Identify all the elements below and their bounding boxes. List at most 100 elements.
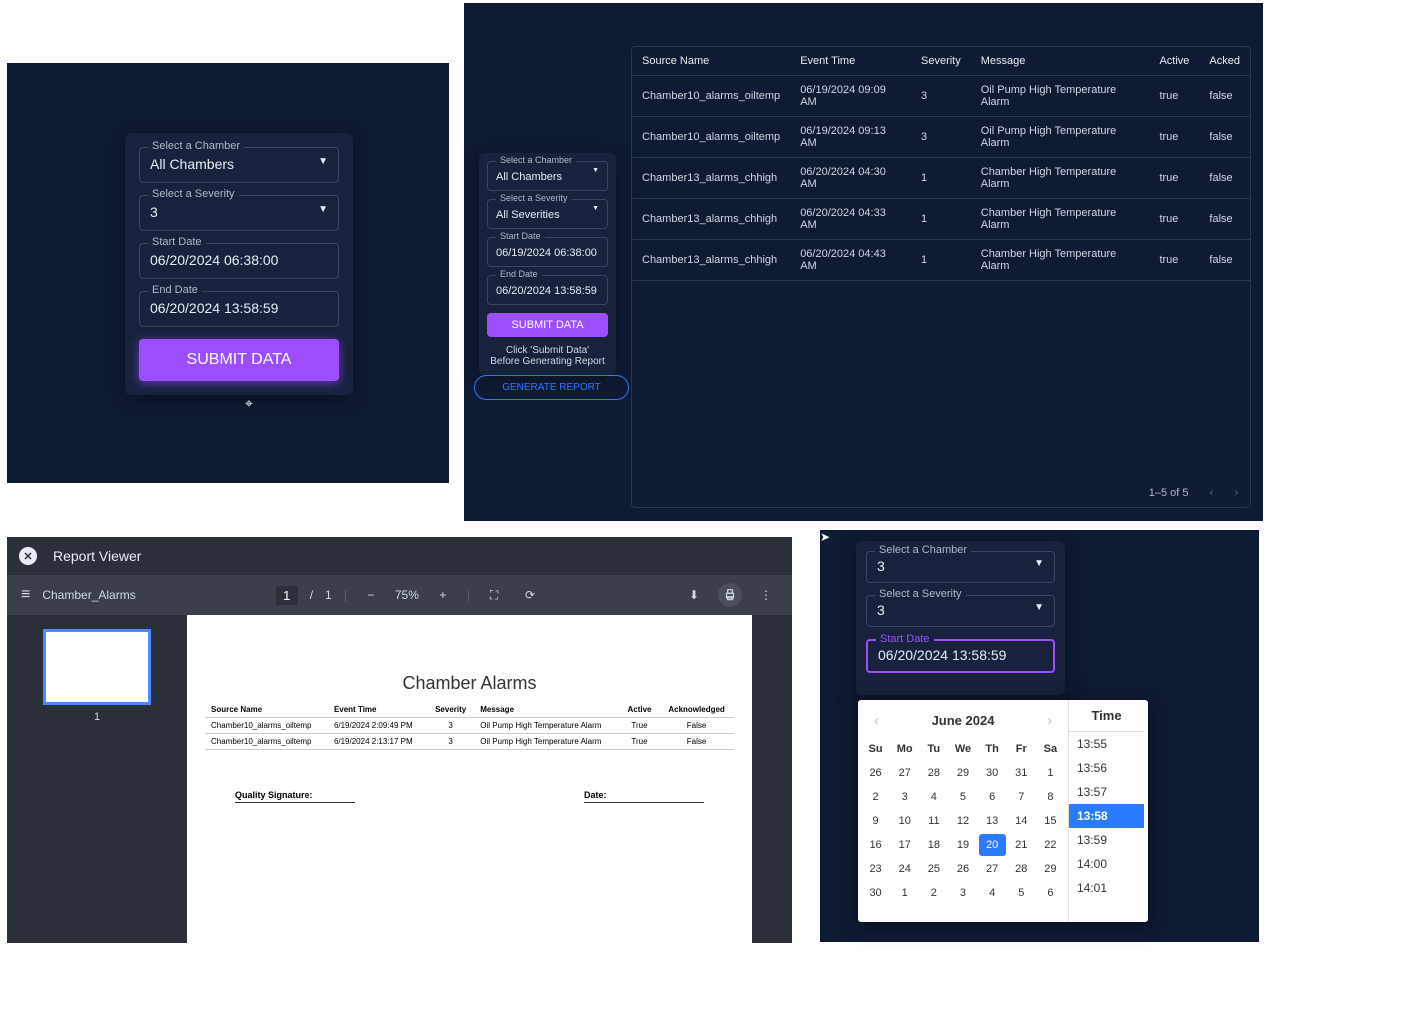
- calendar-day[interactable]: 2: [862, 786, 889, 808]
- end-date-input[interactable]: End Date 06/20/2024 13:58:59: [487, 275, 608, 305]
- calendar-day[interactable]: 27: [979, 858, 1006, 880]
- calendar-day[interactable]: 23: [862, 858, 889, 880]
- calendar-day[interactable]: 14: [1008, 810, 1035, 832]
- calendar-day[interactable]: 30: [862, 882, 889, 904]
- page-number-input[interactable]: [276, 586, 298, 605]
- calendar-day[interactable]: 16: [862, 834, 889, 856]
- calendar-day[interactable]: 26: [862, 762, 889, 784]
- download-icon[interactable]: ⬇: [682, 583, 706, 607]
- day-of-week-header: Th: [979, 738, 1006, 760]
- submit-button[interactable]: SUBMIT DATA: [487, 313, 608, 337]
- page-viewport[interactable]: Chamber Alarms Source Name Event Time Se…: [187, 615, 792, 945]
- column-header: Severity: [427, 702, 474, 718]
- calendar-day[interactable]: 5: [1008, 882, 1035, 904]
- calendar-day[interactable]: 7: [1008, 786, 1035, 808]
- chamber-select[interactable]: Select a Chamber All Chambers ▼: [487, 161, 608, 191]
- calendar-day[interactable]: 19: [949, 834, 976, 856]
- table-row[interactable]: Chamber10_alarms_oiltemp06/19/2024 09:09…: [632, 76, 1250, 117]
- calendar-day[interactable]: 12: [949, 810, 976, 832]
- chevron-down-icon: ▼: [1034, 602, 1044, 613]
- column-header[interactable]: Source Name: [632, 47, 790, 76]
- calendar-day[interactable]: 4: [979, 882, 1006, 904]
- calendar-day[interactable]: 3: [891, 786, 918, 808]
- calendar-day[interactable]: 11: [920, 810, 947, 832]
- menu-icon[interactable]: ≡: [21, 586, 30, 604]
- submit-button[interactable]: SUBMIT DATA: [139, 339, 339, 381]
- end-date-value: 06/20/2024 13:58:59: [150, 300, 278, 316]
- column-header[interactable]: Acked: [1199, 47, 1250, 76]
- time-option[interactable]: 14:00: [1069, 852, 1144, 876]
- table-cell: 06/20/2024 04:43 AM: [790, 240, 911, 281]
- print-icon[interactable]: [718, 583, 742, 607]
- calendar-day[interactable]: 31: [1008, 762, 1035, 784]
- calendar-day[interactable]: 27: [891, 762, 918, 784]
- column-header[interactable]: Severity: [911, 47, 971, 76]
- chevron-down-icon: ▼: [1034, 558, 1044, 569]
- page-thumbnail[interactable]: [43, 629, 151, 705]
- calendar-day[interactable]: 6: [1037, 882, 1064, 904]
- calendar-day[interactable]: 15: [1037, 810, 1064, 832]
- calendar-day[interactable]: 20: [979, 834, 1006, 856]
- prev-month-icon[interactable]: ‹: [870, 712, 883, 728]
- table-row[interactable]: Chamber13_alarms_chhigh06/20/2024 04:30 …: [632, 158, 1250, 199]
- calendar-day[interactable]: 1: [891, 882, 918, 904]
- calendar-day[interactable]: 24: [891, 858, 918, 880]
- calendar-day[interactable]: 6: [979, 786, 1006, 808]
- calendar-day[interactable]: 22: [1037, 834, 1064, 856]
- table-row[interactable]: Chamber13_alarms_chhigh06/20/2024 04:33 …: [632, 199, 1250, 240]
- close-icon[interactable]: ✕: [19, 547, 37, 565]
- calendar-day[interactable]: 28: [920, 762, 947, 784]
- severity-select[interactable]: Select a Severity All Severities ▼: [487, 199, 608, 229]
- end-date-input[interactable]: End Date 06/20/2024 13:58:59: [139, 291, 339, 327]
- time-option[interactable]: 13:56: [1069, 756, 1144, 780]
- rotate-icon[interactable]: ⟳: [518, 583, 542, 607]
- table-row[interactable]: Chamber13_alarms_chhigh06/20/2024 04:43 …: [632, 240, 1250, 281]
- calendar-day[interactable]: 9: [862, 810, 889, 832]
- severity-select[interactable]: Select a Severity 3 ▼: [139, 195, 339, 231]
- chamber-select[interactable]: Select a Chamber All Chambers ▼: [139, 147, 339, 183]
- column-header[interactable]: Event Time: [790, 47, 911, 76]
- calendar-day[interactable]: 26: [949, 858, 976, 880]
- fit-page-icon[interactable]: ⛶: [482, 583, 506, 607]
- next-month-icon[interactable]: ›: [1043, 712, 1056, 728]
- calendar-day[interactable]: 8: [1037, 786, 1064, 808]
- next-page-icon[interactable]: ›: [1234, 487, 1238, 499]
- calendar-day[interactable]: 25: [920, 858, 947, 880]
- calendar-day[interactable]: 3: [949, 882, 976, 904]
- calendar-day[interactable]: 28: [1008, 858, 1035, 880]
- start-date-input[interactable]: Start Date 06/19/2024 06:38:00: [487, 237, 608, 267]
- time-option[interactable]: 13:57: [1069, 780, 1144, 804]
- table-cell: 1: [911, 158, 971, 199]
- time-option[interactable]: 14:01: [1069, 876, 1144, 900]
- zoom-in-icon[interactable]: +: [431, 583, 455, 607]
- calendar-day[interactable]: 13: [979, 810, 1006, 832]
- calendar-day[interactable]: 10: [891, 810, 918, 832]
- time-option[interactable]: 13:58: [1069, 804, 1144, 828]
- calendar-day[interactable]: 1: [1037, 762, 1064, 784]
- column-header[interactable]: Active: [1149, 47, 1199, 76]
- severity-select[interactable]: Select a Severity 3 ▼: [866, 595, 1055, 627]
- calendar-day[interactable]: 4: [920, 786, 947, 808]
- more-icon[interactable]: ⋮: [754, 583, 778, 607]
- column-header[interactable]: Message: [971, 47, 1150, 76]
- prev-page-icon[interactable]: ‹: [1210, 487, 1214, 499]
- chamber-select[interactable]: Select a Chamber 3 ▼: [866, 551, 1055, 583]
- start-date-input[interactable]: Start Date 06/20/2024 06:38:00: [139, 243, 339, 279]
- table-row[interactable]: Chamber10_alarms_oiltemp06/19/2024 09:13…: [632, 117, 1250, 158]
- chamber-select-value: All Chambers: [150, 156, 234, 172]
- calendar-day[interactable]: 18: [920, 834, 947, 856]
- pagination-text: 1–5 of 5: [1149, 487, 1189, 499]
- calendar-day[interactable]: 17: [891, 834, 918, 856]
- calendar-day[interactable]: 5: [949, 786, 976, 808]
- calendar-day[interactable]: 21: [1008, 834, 1035, 856]
- time-list[interactable]: 13:5513:5613:5713:5813:5914:0014:01: [1069, 732, 1144, 922]
- time-option[interactable]: 13:55: [1069, 732, 1144, 756]
- start-date-input[interactable]: Start Date 06/20/2024 13:58:59: [866, 639, 1055, 673]
- calendar-day[interactable]: 2: [920, 882, 947, 904]
- generate-report-button[interactable]: GENERATE REPORT: [474, 375, 629, 400]
- zoom-out-icon[interactable]: −: [359, 583, 383, 607]
- time-option[interactable]: 13:59: [1069, 828, 1144, 852]
- calendar-day[interactable]: 29: [949, 762, 976, 784]
- calendar-day[interactable]: 30: [979, 762, 1006, 784]
- calendar-day[interactable]: 29: [1037, 858, 1064, 880]
